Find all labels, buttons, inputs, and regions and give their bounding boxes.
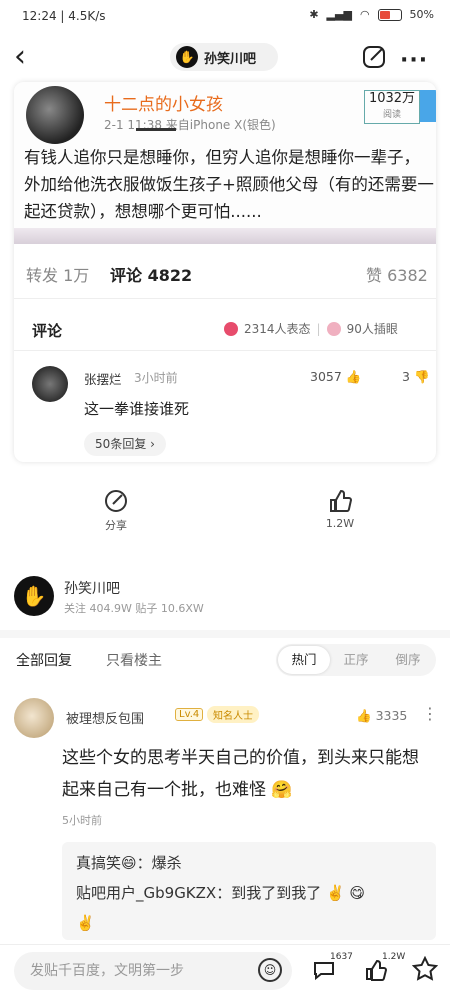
weibo-tag xyxy=(420,90,436,122)
like-label: 1.2W xyxy=(325,517,355,530)
image-edge xyxy=(14,228,436,244)
forum-name: 孙笑川吧 xyxy=(204,51,257,67)
status-time: 12:24 | 4.5K/s xyxy=(22,9,106,23)
repost-count: 转发 1万 xyxy=(26,266,90,285)
comment-like-button[interactable]: 3057 👍 xyxy=(310,369,361,385)
sort-ascending[interactable]: 正序 xyxy=(330,644,382,676)
forum-avatar: ✋ xyxy=(176,46,198,68)
eye-icon xyxy=(326,321,341,336)
comment-count: 评论 4822 xyxy=(110,266,193,285)
tab-all-replies[interactable]: 全部回复 xyxy=(16,650,72,670)
comment-dislike-button[interactable]: 3 👎 xyxy=(402,369,430,385)
post-username[interactable]: 被理想反包围 xyxy=(66,708,144,727)
comments-title: 评论 xyxy=(32,322,63,340)
forum-row-stats: 关注 404.9W 贴子 10.6XW xyxy=(64,602,204,615)
avatar[interactable] xyxy=(14,698,54,738)
thumbs-up-icon xyxy=(330,489,353,512)
sort-descending[interactable]: 倒序 xyxy=(382,644,434,676)
tab-host-only[interactable]: 只看楼主 xyxy=(106,650,162,670)
divider xyxy=(14,298,436,299)
comment-dislike-count: 3 xyxy=(402,369,410,384)
bottom-comment-count: 1637 xyxy=(330,952,353,962)
reply-input[interactable]: 发贴千百度，文明第一步 xyxy=(14,952,292,990)
weibo-text: 有钱人追你只是想睡你，但穷人追你是想睡你一辈子，外加给他洗衣服做饭生孩子+照顾他… xyxy=(24,148,434,221)
more-icon[interactable]: ··· xyxy=(400,48,428,73)
tab-underline xyxy=(136,128,176,131)
post-card: 十二点的小女孩 2-1 11:38 来自iPhone X(银色) 1032万 阅… xyxy=(14,82,436,462)
comment-username[interactable]: 张摆烂 xyxy=(84,369,122,388)
weibo-username: 十二点的小女孩 xyxy=(104,95,223,115)
inserted-count: 90人插眼 xyxy=(346,322,398,336)
post-like-count: 3335 xyxy=(375,708,408,723)
status-icons: ✱ ▂▄▆ ◠ 50% xyxy=(309,8,434,21)
weibo-read-count: 1032万 阅读 xyxy=(364,90,420,124)
title-badge: 知名人士 xyxy=(207,706,259,723)
read-number: 1032万 xyxy=(368,91,416,106)
view-replies-button[interactable]: 50条回复 › xyxy=(84,432,166,456)
avatar[interactable] xyxy=(32,366,68,402)
forum-row-name[interactable]: 孙笑川吧 xyxy=(64,578,120,598)
top-nav: ‹ ✋ 孙笑川吧 ··· xyxy=(0,34,450,80)
bottom-like-count: 1.2W xyxy=(382,952,406,962)
sort-toggle: 热门 正序 倒序 xyxy=(276,644,436,676)
thumbs-up-icon: 👍 xyxy=(345,369,362,384)
reaction-summary[interactable]: 2314人表态 | 90人插眼 xyxy=(224,320,398,337)
divider xyxy=(14,350,436,351)
battery-icon xyxy=(377,8,402,21)
share-button[interactable]: 分享 xyxy=(96,488,136,533)
reaction-count: 2314人表态 xyxy=(244,322,311,336)
bluetooth-icon: ✱ xyxy=(309,8,319,21)
comment-text: 这一拳谁接谁死 xyxy=(84,400,190,418)
forum-avatar-large[interactable]: ✋ xyxy=(14,576,54,616)
like-button[interactable]: 1.2W xyxy=(320,488,360,530)
weibo-stats: 转发 1万 评论 4822 赞 6382 xyxy=(14,244,436,298)
post-like-button[interactable]: 👍 3335 xyxy=(356,708,407,724)
post-time: 5小时前 xyxy=(62,814,102,827)
forum-pill[interactable]: ✋ 孙笑川吧 xyxy=(170,43,278,71)
sort-hot[interactable]: 热门 xyxy=(278,646,330,674)
sub-reply: 真搞笑😄：爆杀 xyxy=(76,854,182,872)
battery-percent: 50% xyxy=(409,8,434,21)
section-divider xyxy=(0,630,450,638)
level-badge: Lv.4 xyxy=(175,708,204,721)
weibo-avatar xyxy=(26,86,84,144)
read-label: 阅读 xyxy=(382,110,401,120)
back-button[interactable]: ‹ xyxy=(14,40,44,74)
sub-reply: ✌️ xyxy=(76,914,95,932)
signal-icon: ▂▄▆ xyxy=(326,8,352,21)
comment-like-count: 3057 xyxy=(310,369,342,384)
star-icon[interactable] xyxy=(412,956,438,982)
like-count: 赞 6382 xyxy=(366,266,428,285)
status-bar: 12:24 | 4.5K/s ✱ ▂▄▆ ◠ 50% xyxy=(0,0,450,34)
thumbs-up-icon: 👍 xyxy=(356,708,372,723)
edit-icon[interactable] xyxy=(360,43,388,71)
share-label: 分享 xyxy=(105,519,127,532)
thumbs-down-icon: 👎 xyxy=(413,369,430,384)
post-text: 这些个女的思考半天自己的价值，到头来只能想起来自己有一个批，也难怪 🤗 xyxy=(62,748,419,800)
share-icon xyxy=(105,490,127,512)
wifi-icon: ◠ xyxy=(359,8,370,21)
weibo-screenshot: 十二点的小女孩 2-1 11:38 来自iPhone X(银色) 1032万 阅… xyxy=(14,82,436,242)
comment-time: 3小时前 xyxy=(134,371,178,385)
post-more-icon[interactable]: ⋮ xyxy=(422,704,438,723)
meta-separator: | xyxy=(316,321,321,336)
sub-reply: 贴吧用户_Gb9GKZX：到我了到我了 ✌️ 😋 xyxy=(76,884,366,902)
weibo-time: 2-1 11:38 来自iPhone X(银色) xyxy=(104,118,276,132)
emoji-icon[interactable]: ☺ xyxy=(258,958,282,982)
reaction-icon xyxy=(224,321,238,336)
